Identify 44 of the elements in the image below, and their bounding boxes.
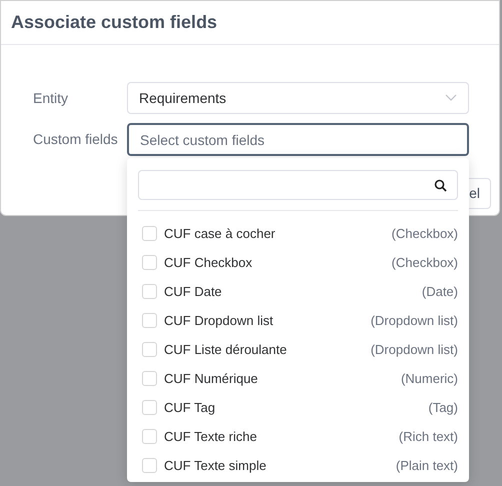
field-label: Entity — [33, 88, 70, 108]
checkbox[interactable] — [142, 429, 157, 444]
checkbox[interactable] — [142, 400, 157, 415]
option-item[interactable]: CUF Liste déroulante (Dropdown list) — [138, 335, 458, 364]
search-icon — [434, 178, 447, 192]
custom-fields-select[interactable]: Select custom fields — [127, 123, 469, 156]
option-type: (Plain text) — [396, 456, 458, 475]
option-name: CUF Texte riche — [164, 428, 257, 446]
option-type: (Checkbox) — [392, 254, 458, 272]
option-item[interactable]: CUF Tag (Tag) — [138, 393, 458, 422]
option-type: (Dropdown list) — [370, 340, 458, 359]
option-type: (Checkbox) — [392, 224, 458, 243]
option-name: CUF Checkbox — [164, 254, 252, 272]
option-type: (Date) — [422, 282, 458, 301]
option-type: (Dropdown list) — [370, 312, 458, 330]
option-type: (Rich text) — [398, 428, 458, 446]
option-item[interactable]: CUF Date (Date) — [138, 277, 458, 306]
checkbox[interactable] — [142, 255, 157, 270]
option-type: (Numeric) — [400, 370, 458, 388]
checkbox[interactable] — [142, 342, 157, 357]
field-label: Custom fields — [33, 130, 119, 149]
option-name: CUF Numérique — [164, 370, 258, 388]
option-item[interactable]: CUF Numérique (Numeric) — [138, 364, 458, 393]
chevron-down-icon — [445, 94, 457, 102]
checkbox[interactable] — [142, 458, 157, 473]
option-name: CUF Texte simple — [164, 456, 266, 475]
option-name: CUF Liste déroulante — [164, 340, 287, 359]
option-name: CUF Dropdown list — [164, 312, 274, 330]
option-item[interactable]: CUF Dropdown list (Dropdown list) — [138, 306, 458, 335]
checkbox[interactable] — [142, 371, 157, 386]
option-item[interactable]: CUF Checkbox (Checkbox) — [138, 248, 458, 277]
search-field[interactable] — [138, 170, 458, 200]
option-type: (Tag) — [428, 398, 458, 417]
entity-select[interactable]: Requirements — [127, 82, 469, 114]
checkbox[interactable] — [142, 284, 157, 299]
option-item[interactable]: CUF case à cocher (Checkbox) — [138, 219, 458, 248]
option-name: CUF Date — [164, 282, 222, 301]
option-item[interactable]: CUF Texte riche (Rich text) — [138, 422, 458, 451]
checkbox[interactable] — [142, 313, 157, 328]
option-name: CUF case à cocher — [164, 224, 276, 243]
option-name: CUF Tag — [164, 398, 216, 417]
option-item[interactable]: CUF Texte simple (Plain text) — [138, 451, 458, 480]
checkbox[interactable] — [142, 226, 157, 241]
dialog-title: Associate custom fields — [11, 11, 218, 34]
